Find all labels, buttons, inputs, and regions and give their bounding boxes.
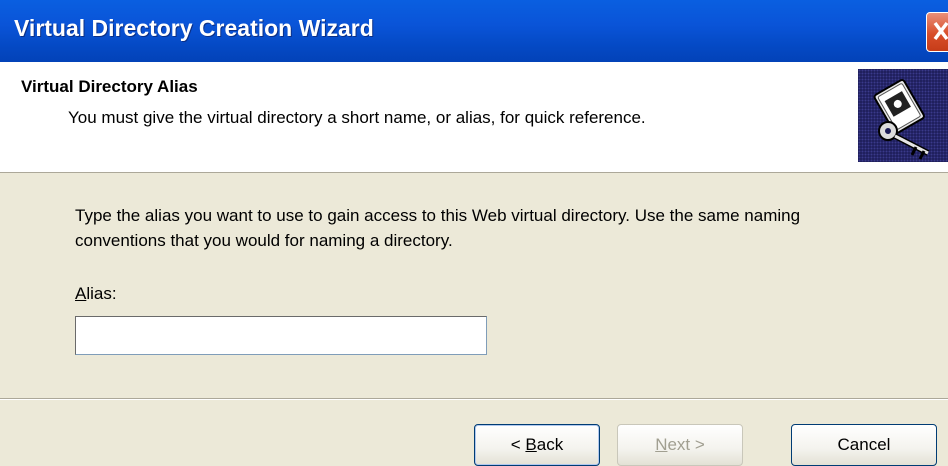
next-button-rest: ext > <box>667 435 705 454</box>
close-button[interactable] <box>926 12 948 52</box>
back-button-rest: ack <box>536 435 564 454</box>
button-divider <box>0 398 948 400</box>
alias-input[interactable] <box>75 316 487 355</box>
alias-label-mnemonic: A <box>75 284 87 303</box>
title-bar[interactable]: Virtual Directory Creation Wizard <box>0 0 948 62</box>
back-button-mnemonic: B <box>525 435 537 454</box>
alias-label-rest: lias: <box>86 284 117 303</box>
close-icon <box>933 21 948 41</box>
back-button[interactable]: < Back <box>474 424 600 466</box>
book-key-icon <box>858 69 948 162</box>
next-button[interactable]: Next > <box>617 424 743 466</box>
page-subtitle: You must give the virtual directory a sh… <box>68 108 646 127</box>
page-title: Virtual Directory Alias <box>21 77 198 96</box>
next-button-mnemonic: N <box>655 435 668 454</box>
back-button-prefix: < <box>510 435 526 454</box>
instructions-text: Type the alias you want to use to gain a… <box>75 206 801 250</box>
alias-label: Alias: <box>75 284 117 304</box>
cancel-button[interactable]: Cancel <box>791 424 937 466</box>
window-title: Virtual Directory Creation Wizard <box>14 15 374 41</box>
